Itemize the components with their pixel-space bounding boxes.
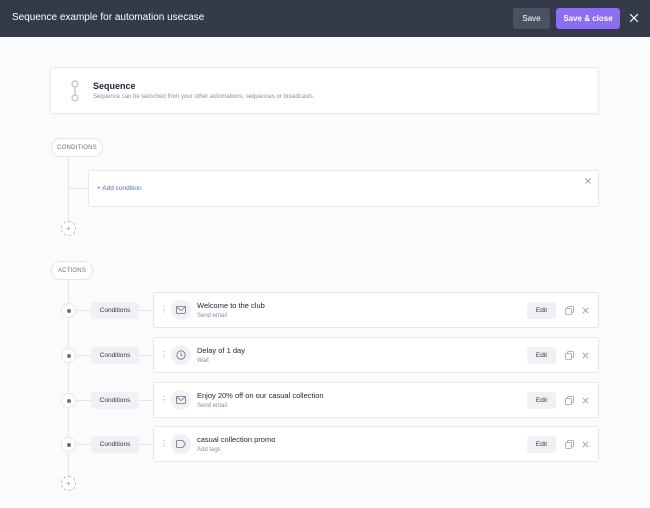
close-icon[interactable]	[627, 11, 641, 25]
page-title: Sequence example for automation usecase	[12, 12, 205, 23]
action-card[interactable]: ⋮ Delay of 1 day Wait Edit	[153, 337, 599, 373]
delete-icon[interactable]	[582, 441, 589, 448]
add-condition-link[interactable]: + Add condition	[97, 185, 142, 192]
drag-handle-icon[interactable]: ⋮	[160, 306, 168, 314]
save-and-close-button[interactable]: Save & close	[556, 8, 620, 29]
delete-icon[interactable]	[582, 352, 589, 359]
copy-icon[interactable]	[565, 396, 574, 405]
edit-button[interactable]: Edit	[527, 302, 556, 319]
email-icon	[171, 390, 191, 410]
conditions-section-label: CONDITIONS	[51, 138, 103, 157]
action-type: Send email	[197, 313, 228, 319]
email-icon	[171, 300, 191, 320]
drag-handle-icon[interactable]: ⋮	[160, 396, 168, 404]
conditions-connector	[68, 157, 69, 221]
action-conditions-button[interactable]: Conditions	[91, 302, 139, 319]
action-node-dot	[61, 348, 76, 363]
add-action-button[interactable]: +	[61, 476, 76, 491]
edit-button[interactable]: Edit	[527, 347, 556, 364]
sequence-icon	[71, 80, 79, 102]
edit-button[interactable]: Edit	[527, 392, 556, 409]
tag-icon	[171, 434, 191, 454]
drag-handle-icon[interactable]: ⋮	[160, 440, 168, 448]
copy-icon[interactable]	[565, 351, 574, 360]
add-condition-button[interactable]: +	[61, 221, 76, 236]
action-title: casual collection promo	[197, 435, 276, 444]
action-title: Delay of 1 day	[197, 346, 245, 355]
conditions-box	[88, 170, 599, 207]
action-conditions-button[interactable]: Conditions	[91, 436, 139, 453]
delete-icon[interactable]	[582, 307, 589, 314]
sequence-title: Sequence	[93, 81, 136, 91]
clock-icon	[171, 345, 191, 365]
action-card[interactable]: ⋮ Enjoy 20% off on our casual collection…	[153, 382, 599, 418]
action-node-dot	[61, 437, 76, 452]
action-type: Wait	[197, 358, 209, 364]
action-card[interactable]: ⋮ casual collection promo Add tags Edit	[153, 426, 599, 462]
action-title: Welcome to the club	[197, 301, 265, 310]
close-icon[interactable]	[585, 178, 591, 184]
edit-button[interactable]: Edit	[527, 436, 556, 453]
sequence-description: Sequence can be launched from your other…	[93, 94, 315, 100]
copy-icon[interactable]	[565, 306, 574, 315]
action-title: Enjoy 20% off on our casual collection	[197, 391, 324, 400]
conditions-branch-line	[68, 188, 88, 189]
action-conditions-button[interactable]: Conditions	[91, 347, 139, 364]
action-type: Add tags	[197, 447, 221, 453]
action-card[interactable]: ⋮ Welcome to the club Send email Edit	[153, 292, 599, 328]
action-node-dot	[61, 393, 76, 408]
drag-handle-icon[interactable]: ⋮	[160, 351, 168, 359]
action-node-dot	[61, 303, 76, 318]
delete-icon[interactable]	[582, 397, 589, 404]
save-button[interactable]: Save	[513, 8, 550, 29]
actions-section-label: ACTIONS	[51, 261, 93, 280]
action-conditions-button[interactable]: Conditions	[91, 392, 139, 409]
copy-icon[interactable]	[565, 440, 574, 449]
top-bar: Sequence example for automation usecase …	[0, 0, 650, 37]
action-type: Send email	[197, 403, 228, 409]
